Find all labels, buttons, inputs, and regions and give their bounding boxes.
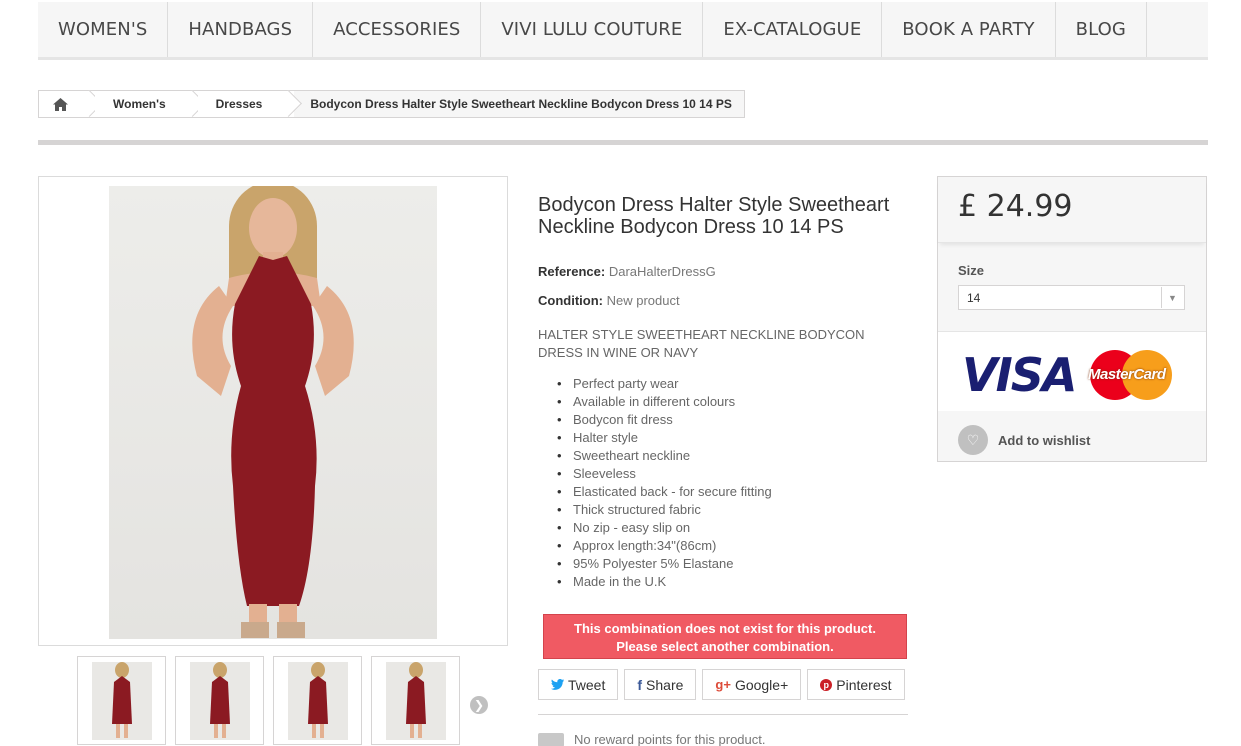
tweet-label: Tweet	[568, 676, 606, 693]
facebook-icon: f	[637, 676, 643, 693]
top-menu: WOMEN'S HANDBAGS ACCESSORIES VIVI LULU C…	[38, 2, 1208, 60]
product-photo	[109, 181, 437, 639]
reward-text: No reward points for this product.	[574, 732, 766, 746]
alert-line-2: Please select another combination.	[616, 639, 834, 654]
list-item: Available in different colours	[555, 393, 772, 411]
twitter-icon	[551, 679, 564, 690]
buy-box: £ 24.99 Size 14 ▼ VISA MasterCard ♡ Add …	[937, 176, 1207, 462]
menu-item-book-a-party[interactable]: BOOK A PARTY	[882, 2, 1056, 57]
menu-item-vivi-lulu-couture[interactable]: VIVI LULU COUTURE	[481, 2, 704, 57]
product-main-image[interactable]	[38, 176, 508, 646]
heart-icon: ♡	[958, 425, 988, 455]
list-item: Made in the U.K	[555, 573, 772, 591]
menu-item-blog[interactable]: BLOG	[1056, 2, 1147, 57]
google-label: Google+	[734, 676, 789, 693]
breadcrumb-womens[interactable]: Women's	[95, 91, 184, 117]
alert-line-1: This combination does not exist for this…	[574, 621, 876, 636]
home-icon	[52, 97, 68, 111]
list-item: Approx length:34"(86cm)	[555, 537, 772, 555]
thumbnail-strip	[77, 656, 460, 745]
list-item: Halter style	[555, 429, 772, 447]
pinterest-label: Pinterest	[836, 676, 892, 693]
feature-list: Perfect party wear Available in differen…	[555, 375, 772, 591]
divider	[538, 714, 908, 715]
section-divider	[38, 140, 1208, 145]
pinterest-button[interactable]: p Pinterest	[807, 669, 905, 700]
chevron-down-icon[interactable]: ▼	[1161, 287, 1183, 308]
list-item: Sweetheart neckline	[555, 447, 772, 465]
product-reference: Reference: DaraHalterDressG	[538, 264, 716, 279]
thumbnail-1[interactable]	[77, 656, 166, 745]
list-item: Bodycon fit dress	[555, 411, 772, 429]
thumbnail-3[interactable]	[273, 656, 362, 745]
google-plus-icon: g+	[715, 677, 731, 692]
breadcrumb-current: Bodycon Dress Halter Style Sweetheart Ne…	[294, 97, 744, 111]
list-item: Sleeveless	[555, 465, 772, 483]
product-condition: Condition: New product	[538, 293, 680, 308]
breadcrumb-home[interactable]	[39, 91, 81, 117]
social-share-buttons: Tweet f Share g+ Google+ p Pinterest	[538, 669, 905, 700]
facebook-share-button[interactable]: f Share	[624, 669, 697, 700]
size-select[interactable]: 14 ▼	[958, 285, 1185, 310]
wishlist-label: Add to wishlist	[998, 432, 1091, 448]
pinterest-icon: p	[820, 678, 833, 691]
mastercard-logo: MasterCard	[1088, 350, 1172, 400]
price-area: £ 24.99	[938, 177, 1206, 243]
list-item: Thick structured fabric	[555, 501, 772, 519]
size-select-value: 14	[967, 291, 981, 305]
list-item: 95% Polyester 5% Elastane	[555, 555, 772, 573]
thumbnail-4[interactable]	[371, 656, 460, 745]
thumbnail-2[interactable]	[175, 656, 264, 745]
list-item: Elasticated back - for secure fitting	[555, 483, 772, 501]
payment-cards: VISA MasterCard	[938, 331, 1206, 411]
reference-value: DaraHalterDressG	[608, 264, 716, 279]
share-label: Share	[646, 676, 684, 693]
breadcrumb-separator	[81, 91, 95, 117]
combination-error-alert: This combination does not exist for this…	[543, 614, 907, 659]
menu-item-womens[interactable]: WOMEN'S	[38, 2, 169, 57]
reward-points: No reward points for this product.	[538, 732, 765, 746]
list-item: No zip - easy slip on	[555, 519, 772, 537]
thumbnail-next-arrow-icon[interactable]: ❯	[470, 696, 488, 714]
product-price: £ 24.99	[958, 189, 1073, 224]
breadcrumb-dresses[interactable]: Dresses	[197, 91, 281, 117]
breadcrumb-separator	[183, 91, 198, 117]
product-title: Bodycon Dress Halter Style Sweetheart Ne…	[538, 194, 890, 238]
visa-logo: VISA	[962, 348, 1077, 402]
size-label: Size	[958, 263, 985, 278]
list-item: Perfect party wear	[555, 375, 772, 393]
reward-icon	[538, 732, 564, 746]
google-plus-button[interactable]: g+ Google+	[702, 669, 802, 700]
tweet-button[interactable]: Tweet	[538, 669, 619, 700]
menu-item-accessories[interactable]: ACCESSORIES	[313, 2, 482, 57]
condition-value: New product	[606, 293, 680, 308]
reference-label: Reference:	[538, 264, 606, 279]
condition-label: Condition:	[538, 293, 603, 308]
menu-item-ex-catalogue[interactable]: EX-CATALOGUE	[703, 2, 883, 57]
product-short-description: HALTER STYLE SWEETHEART NECKLINE BODYCON…	[538, 327, 865, 360]
add-to-wishlist-button[interactable]: ♡ Add to wishlist	[958, 425, 1090, 455]
breadcrumb-separator	[280, 91, 295, 117]
menu-item-handbags[interactable]: HANDBAGS	[168, 2, 314, 57]
breadcrumb: Women's Dresses Bodycon Dress Halter Sty…	[38, 90, 745, 118]
